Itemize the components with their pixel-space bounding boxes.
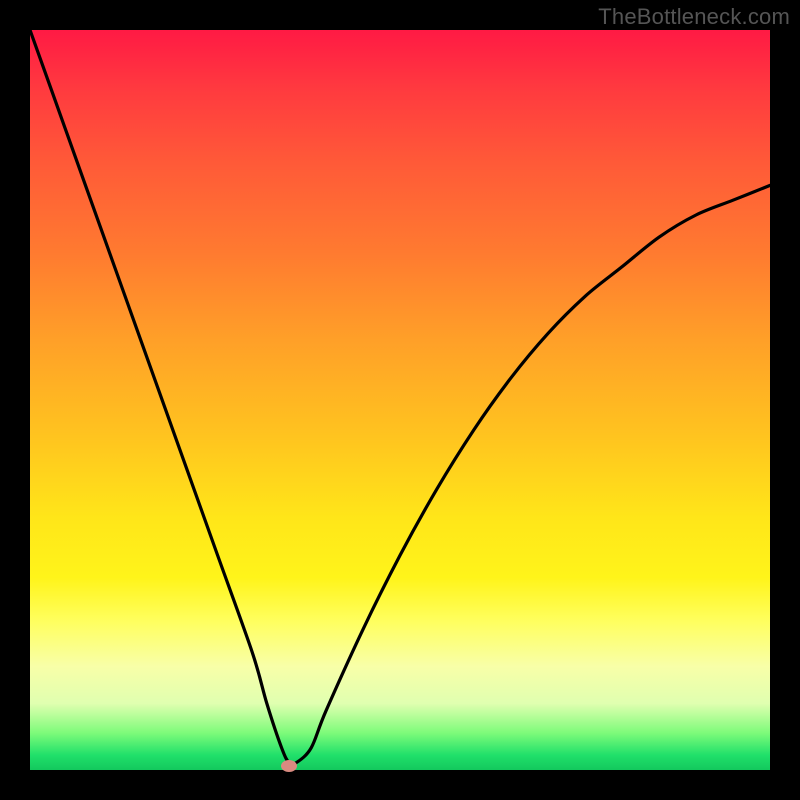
bottleneck-curve [30, 30, 770, 764]
plot-area [30, 30, 770, 770]
attribution-watermark: TheBottleneck.com [598, 4, 790, 30]
chart-frame: TheBottleneck.com [0, 0, 800, 800]
minimum-marker [281, 760, 297, 772]
curve-svg [30, 30, 770, 770]
